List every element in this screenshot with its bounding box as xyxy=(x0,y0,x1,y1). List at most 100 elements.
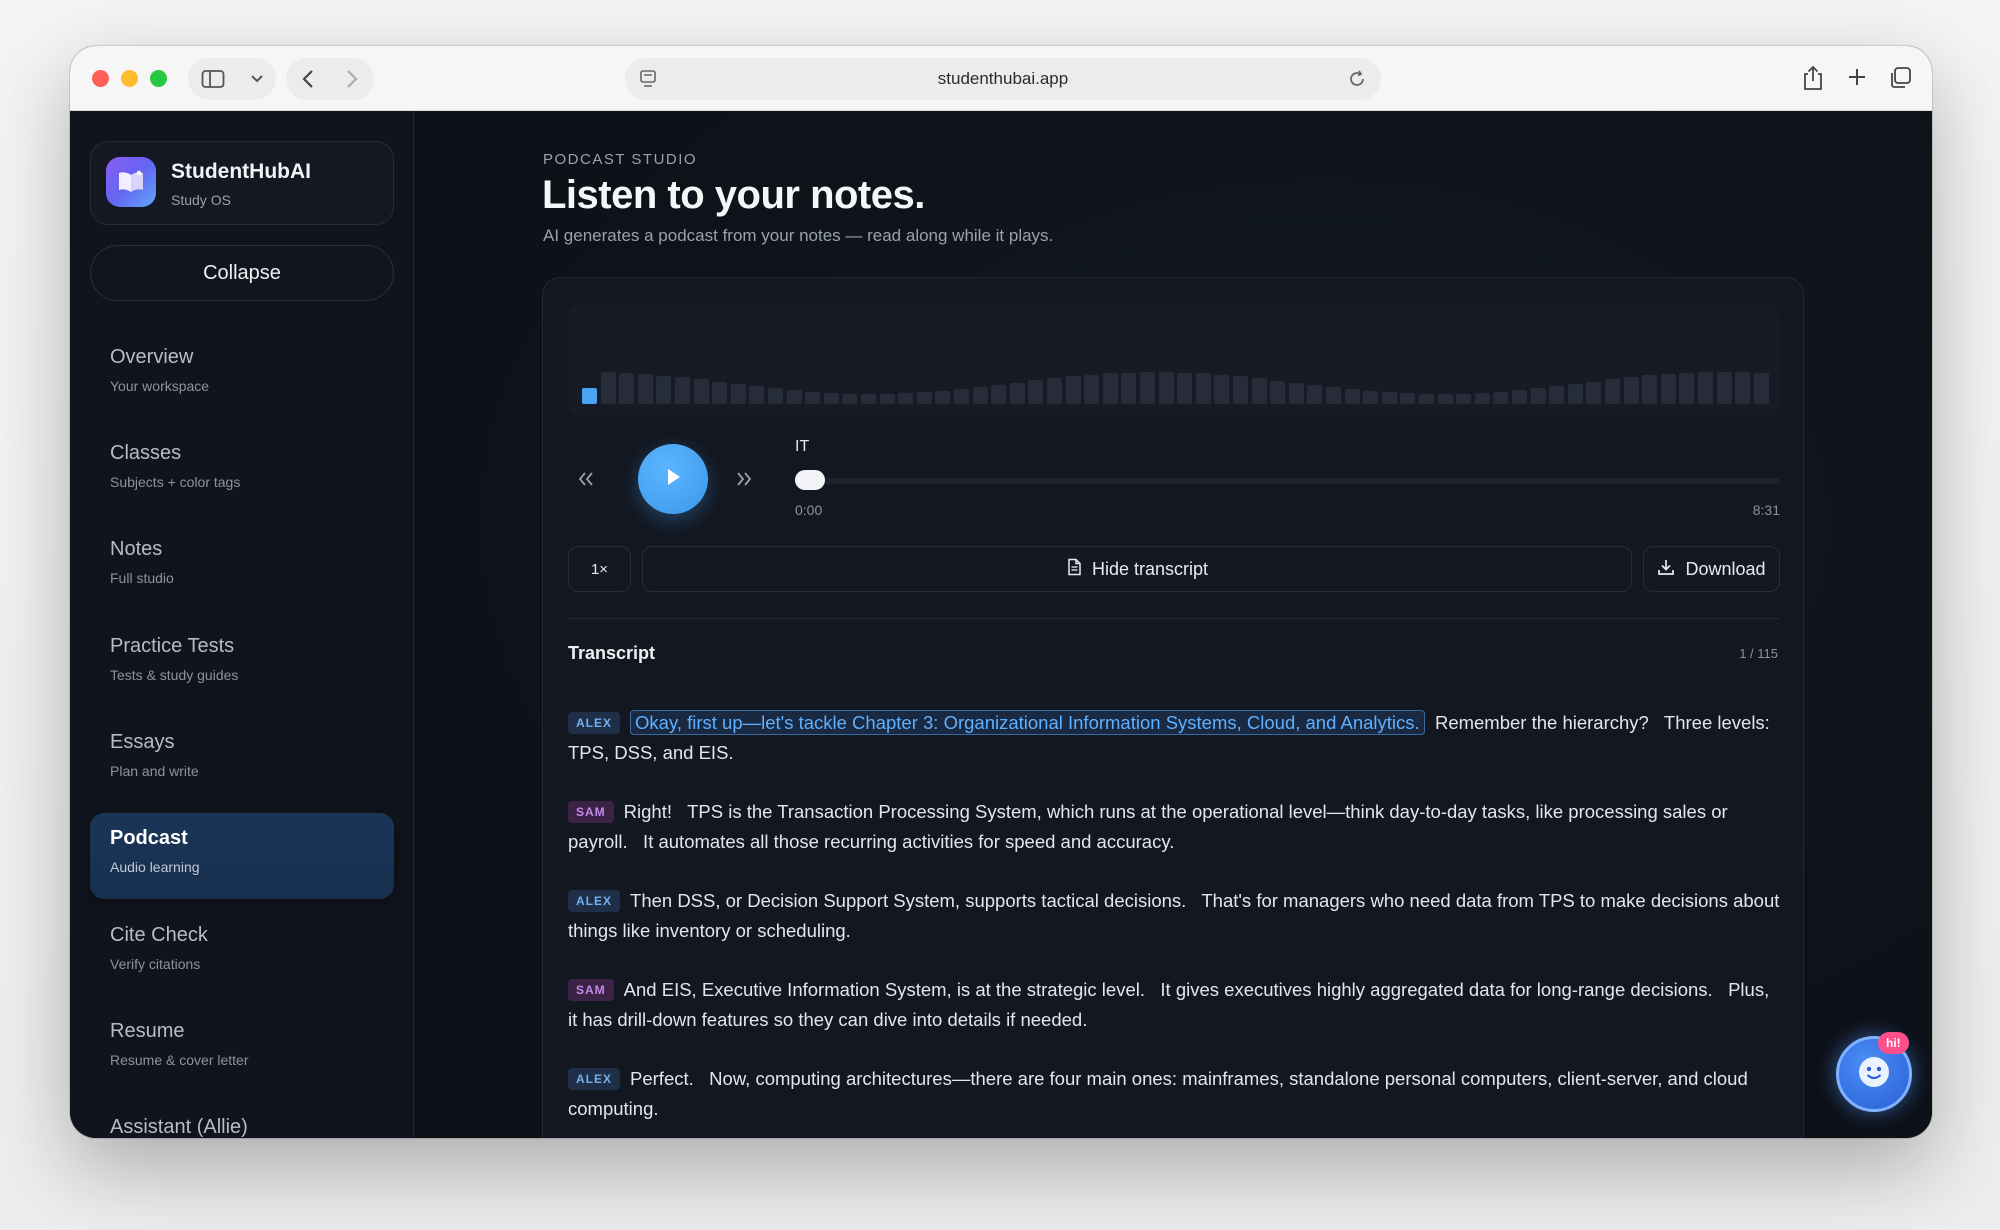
playback-controls: IT 0:00 8:31 xyxy=(568,438,1780,528)
play-button[interactable] xyxy=(638,444,708,514)
page-eyebrow: PODCAST STUDIO xyxy=(543,151,698,168)
sidebar-item-sub: Plan and write xyxy=(110,763,199,779)
waveform-bar xyxy=(1512,389,1527,404)
waveform-bar xyxy=(1456,393,1472,404)
waveform-bar xyxy=(768,388,783,404)
collapse-button[interactable]: Collapse xyxy=(90,245,394,301)
hide-transcript-button[interactable]: Hide transcript xyxy=(642,546,1632,592)
chevron-down-icon[interactable] xyxy=(250,74,264,84)
back-icon[interactable] xyxy=(302,69,314,89)
tab-overview-icon[interactable] xyxy=(1888,66,1912,90)
sidebar-item-sub: Resume & cover letter xyxy=(110,1052,249,1068)
waveform-bar xyxy=(805,391,821,404)
transcript-text: And EIS, Executive Information System, i… xyxy=(568,979,1775,1030)
brand-card[interactable]: StudentHubAI Study OS xyxy=(90,141,394,225)
sidebar-item-label: Essays xyxy=(110,731,175,753)
rewind-button[interactable] xyxy=(568,460,604,496)
new-tab-icon[interactable] xyxy=(1846,66,1868,88)
track-title: IT xyxy=(795,438,810,455)
waveform[interactable] xyxy=(568,304,1780,416)
waveform-bar xyxy=(712,381,728,404)
waveform-bar xyxy=(1567,383,1583,404)
waveform-bar xyxy=(1530,388,1546,404)
document-icon xyxy=(1066,558,1082,581)
assistant-greeting-badge: hi! xyxy=(1878,1032,1909,1054)
total-time: 8:31 xyxy=(1752,502,1780,518)
sidebar-item-sub: Tests & study guides xyxy=(110,667,239,683)
page-title: Listen to your notes. xyxy=(542,173,925,217)
share-icon[interactable] xyxy=(1802,64,1824,92)
sidebar-item-overview[interactable]: Overview Your workspace xyxy=(90,332,394,418)
waveform-bar xyxy=(675,377,690,404)
forward-icon[interactable] xyxy=(346,69,358,89)
transcript-line[interactable]: ALEX Perfect. Now, computing architecture… xyxy=(568,1064,1780,1124)
sidebar-item-label: Classes xyxy=(110,442,182,464)
transcript-line[interactable]: SAM Right! TPS is the Transaction Process… xyxy=(568,797,1780,857)
current-sentence-highlight[interactable]: Okay, first up—let's tackle Chapter 3: O… xyxy=(630,710,1425,735)
waveform-bar xyxy=(1233,376,1248,404)
transcript-line[interactable]: ALEX Okay, first up—let's tackle Chapter … xyxy=(568,708,1780,768)
waveform-bar xyxy=(1549,386,1565,404)
sidebar-item-label: Practice Tests xyxy=(110,635,235,657)
speaker-badge: ALEX xyxy=(568,890,621,912)
reload-icon[interactable] xyxy=(1347,69,1367,94)
sidebar-item-resume[interactable]: Resume Resume & cover letter xyxy=(90,1006,394,1092)
sidebar-item-essays[interactable]: Essays Plan and write xyxy=(90,717,394,803)
progress-slider[interactable] xyxy=(795,470,1780,490)
waveform-bar xyxy=(1642,375,1658,404)
transcript-count: 1 / 115 xyxy=(1739,646,1778,661)
waveform-bar xyxy=(1158,372,1174,404)
sidebar-item-classes[interactable]: Classes Subjects + color tags xyxy=(90,428,394,514)
waveform-bar xyxy=(954,389,969,404)
waveform-bar xyxy=(1586,381,1602,404)
sidebar-item-cite-check[interactable]: Cite Check Verify citations xyxy=(90,910,394,996)
address-bar[interactable]: studenthubai.app xyxy=(625,58,1381,100)
current-time: 0:00 xyxy=(795,502,823,518)
book-logo-icon xyxy=(106,157,156,207)
sidebar-item-label: Notes xyxy=(110,538,163,560)
transcript-text: Then DSS, or Decision Support System, su… xyxy=(568,890,1785,941)
app-sidebar: StudentHubAI Study OS Collapse Overview … xyxy=(70,111,414,1138)
maximize-window-button[interactable] xyxy=(150,70,167,87)
waveform-bar xyxy=(1605,379,1620,404)
sidebar-item-assistant[interactable]: Assistant (Allie) xyxy=(90,1102,394,1138)
close-window-button[interactable] xyxy=(92,70,109,87)
sidebar-item-practice-tests[interactable]: Practice Tests Tests & study guides xyxy=(90,621,394,707)
waveform-bar xyxy=(600,372,616,404)
transcript-text: Right! TPS is the Transaction Processing… xyxy=(568,801,1733,852)
waveform-bar xyxy=(1716,372,1732,404)
waveform-bar xyxy=(1419,393,1434,404)
waveform-bar xyxy=(693,379,709,404)
forward-button[interactable] xyxy=(726,460,762,496)
speaker-badge: SAM xyxy=(568,801,614,823)
page-settings-icon[interactable] xyxy=(639,69,657,94)
speed-button[interactable]: 1× xyxy=(568,546,631,592)
waveform-bar xyxy=(1047,378,1062,404)
waveform-bar xyxy=(1660,373,1676,404)
download-label: Download xyxy=(1685,558,1766,579)
download-icon xyxy=(1657,558,1675,581)
page-subtitle: AI generates a podcast from your notes —… xyxy=(543,226,1054,245)
waveform-bar xyxy=(1251,378,1267,404)
waveform-bar xyxy=(619,372,635,404)
progress-knob[interactable] xyxy=(795,470,825,490)
sidebar-item-sub: Subjects + color tags xyxy=(110,474,241,490)
sidebar-toggle-group xyxy=(188,58,276,100)
download-button[interactable]: Download xyxy=(1643,546,1780,592)
sidebar-toggle-icon[interactable] xyxy=(201,69,225,89)
waveform-bar xyxy=(1326,387,1341,404)
waveform-bar xyxy=(1381,392,1397,404)
waveform-bar xyxy=(1177,372,1193,404)
sidebar-item-label: Resume xyxy=(110,1020,185,1042)
sidebar-item-podcast[interactable]: Podcast Audio learning xyxy=(90,813,394,899)
double-chevron-right-icon xyxy=(735,463,753,494)
waveform-bar xyxy=(749,386,765,404)
transcript-line[interactable]: SAM And EIS, Executive Information System… xyxy=(568,975,1780,1035)
waveform-bar xyxy=(637,374,653,404)
waveform-bar xyxy=(842,393,858,404)
minimize-window-button[interactable] xyxy=(121,70,138,87)
transcript-line[interactable]: ALEX Then DSS, or Decision Support System… xyxy=(568,886,1780,946)
sidebar-item-notes[interactable]: Notes Full studio xyxy=(90,524,394,610)
sidebar-item-label: Podcast xyxy=(110,827,188,849)
hide-transcript-label: Hide transcript xyxy=(1091,558,1209,579)
